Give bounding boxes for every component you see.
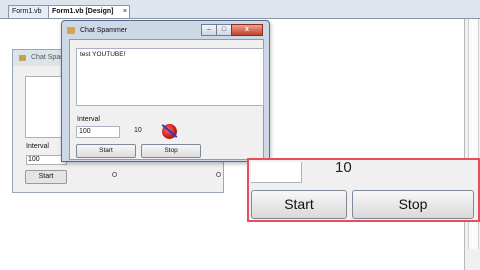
- side-panel-edge: [464, 19, 480, 270]
- tab-label: Form1.vb [Design]: [52, 8, 114, 15]
- zoomed-start-button[interactable]: Start: [251, 190, 347, 219]
- zoomed-stop-button[interactable]: Stop: [352, 190, 474, 219]
- message-textbox[interactable]: test YOUTUBE!: [76, 48, 264, 106]
- zoomed-interval-field: [251, 162, 302, 183]
- maximize-button[interactable]: □: [216, 24, 232, 36]
- message-count: 10: [134, 127, 142, 134]
- zoomed-callout: 10 Start Stop: [247, 158, 480, 222]
- designer-interval-label: Interval: [26, 143, 49, 150]
- interval-field[interactable]: 100: [76, 126, 120, 138]
- form-icon: [19, 55, 26, 61]
- designer-message-textbox[interactable]: [25, 76, 63, 138]
- close-button[interactable]: x: [231, 24, 263, 36]
- minimize-button[interactable]: –: [201, 24, 217, 36]
- zoomed-count: 10: [335, 159, 352, 176]
- start-button[interactable]: Start: [76, 144, 136, 158]
- status-icon: [162, 124, 177, 139]
- stop-button[interactable]: Stop: [141, 144, 201, 158]
- designer-start-button[interactable]: Start: [25, 170, 67, 184]
- resize-handle[interactable]: [216, 172, 221, 177]
- document-tab-strip: Form1.vb Form1.vb [Design] ×: [0, 0, 480, 19]
- close-icon[interactable]: ×: [123, 6, 127, 18]
- tab-form1-code[interactable]: Form1.vb: [8, 5, 52, 18]
- interval-label: Interval: [77, 116, 100, 123]
- tab-label: Form1.vb: [12, 8, 42, 15]
- window-title: Chat Spammer: [80, 27, 128, 34]
- resize-handle[interactable]: [112, 172, 117, 177]
- chat-spammer-window[interactable]: Chat Spammer – □ x test YOUTUBE! Interva…: [61, 20, 270, 162]
- tab-form1-design[interactable]: Form1.vb [Design] ×: [48, 5, 130, 18]
- app-icon: [67, 27, 75, 34]
- window-client-area: test YOUTUBE! Interval 100 10 Start Stop: [69, 39, 264, 160]
